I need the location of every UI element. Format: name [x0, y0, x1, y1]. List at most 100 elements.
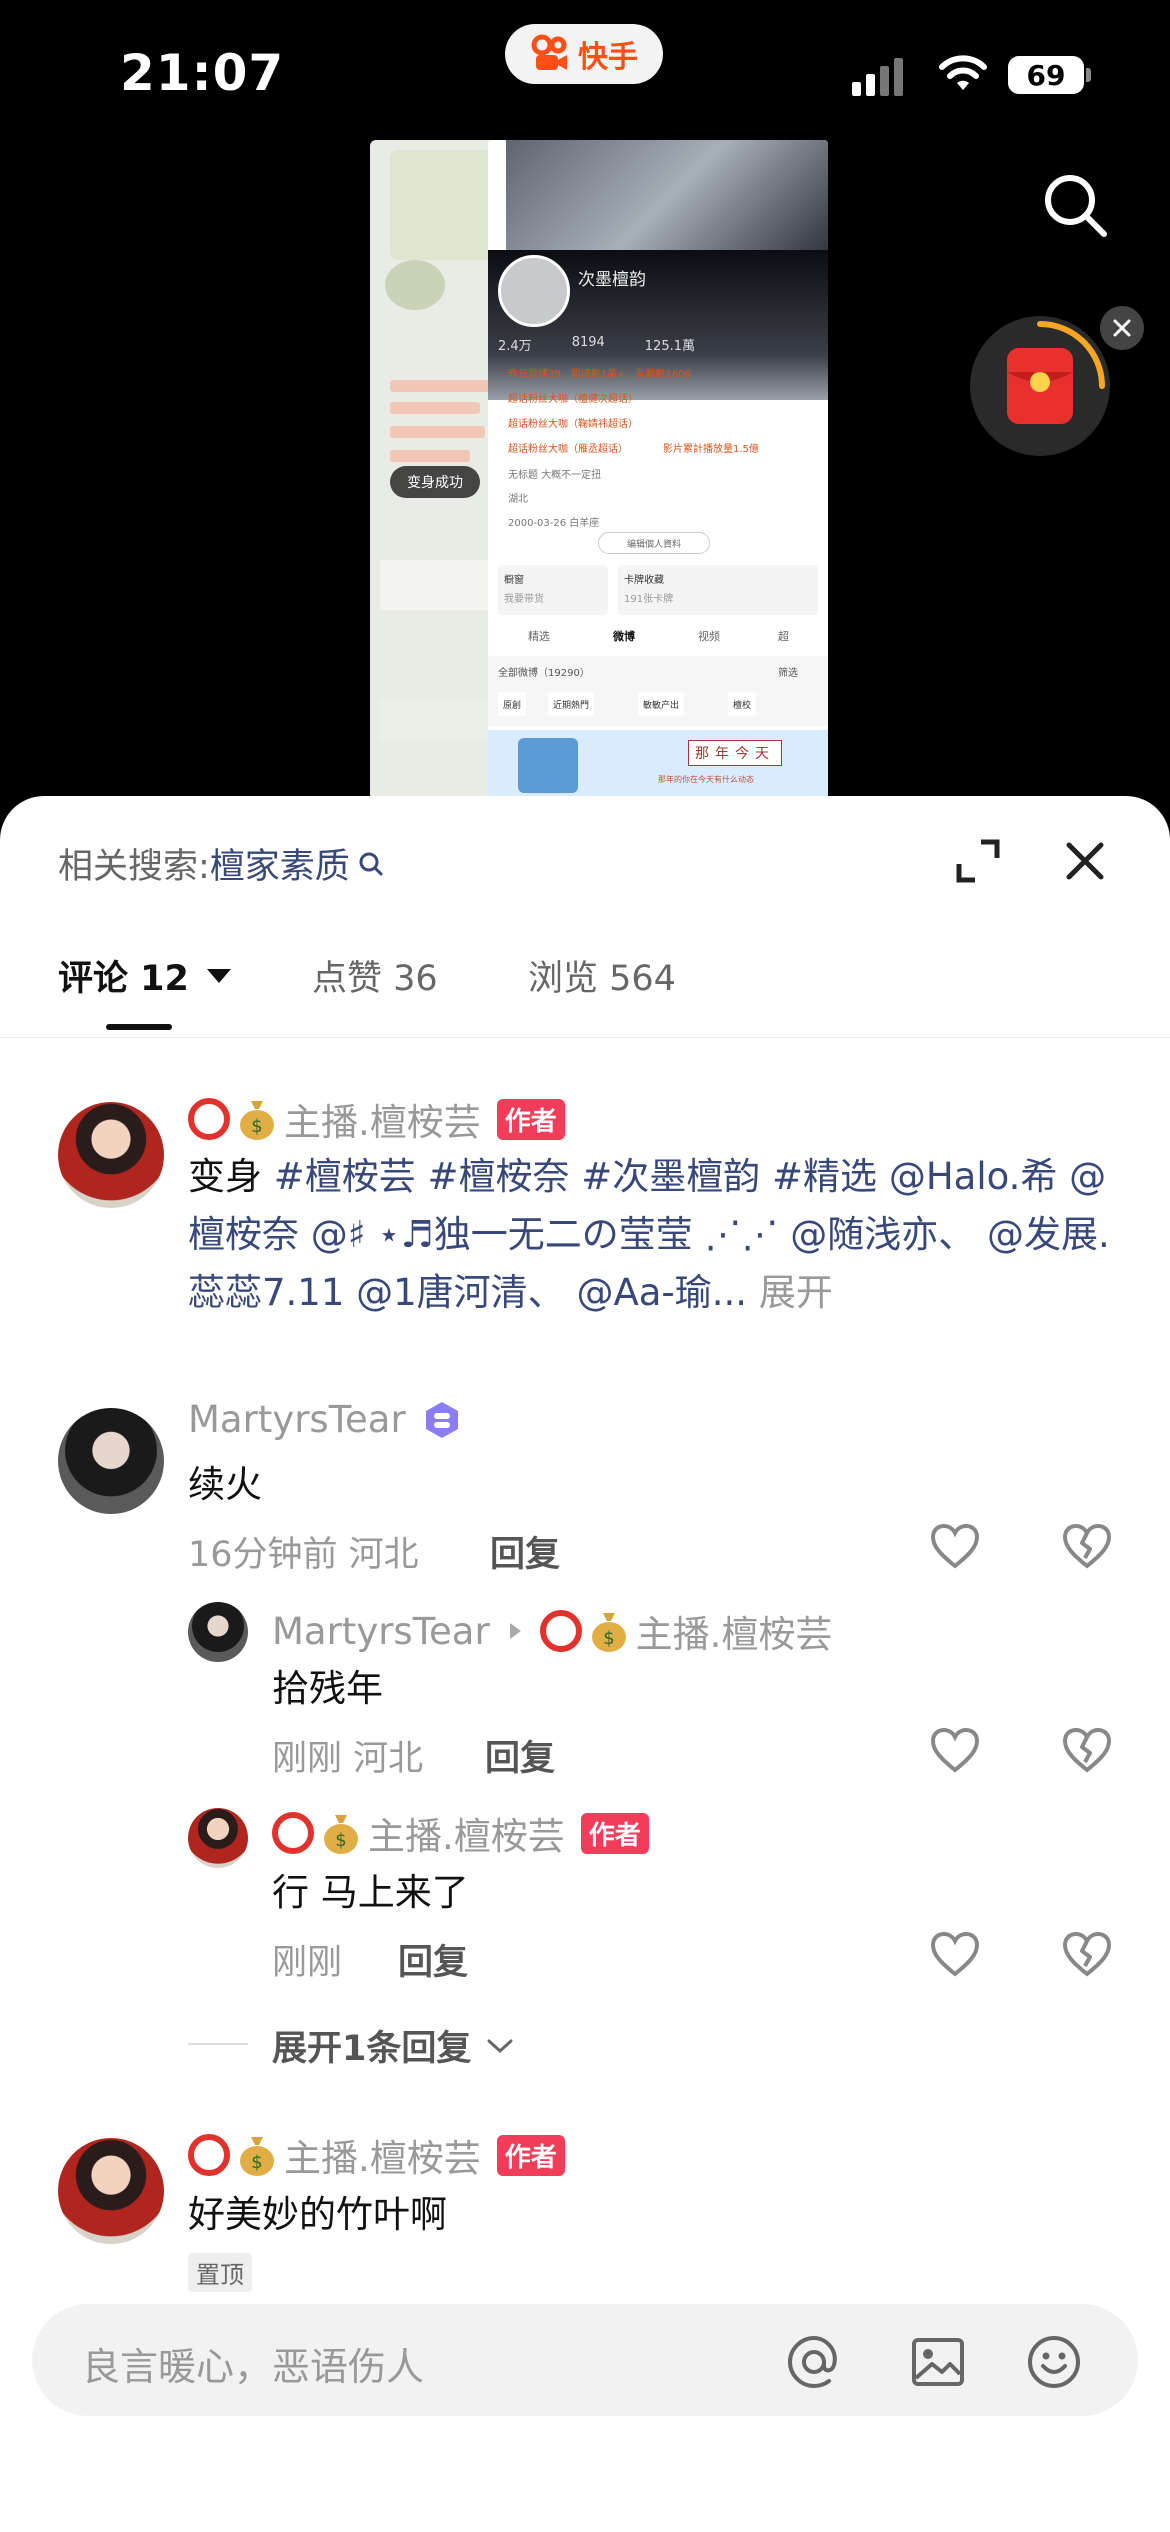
preview-line-6: 湖北: [508, 494, 528, 505]
svg-text:$: $: [251, 2152, 262, 2173]
preview-chip-2: 近期熱門: [548, 692, 595, 716]
svg-text:$: $: [603, 1628, 614, 1649]
preview-edit-button: 编辑個人資料: [598, 532, 710, 554]
preview-ad-text: 那年今天: [688, 740, 782, 766]
svg-text:$: $: [335, 1830, 346, 1851]
comment-author-name: 主播.檀桉芸: [284, 2137, 481, 2180]
money-bag-emoji-icon: $: [591, 1613, 626, 1652]
dislike-heart-icon[interactable]: [1062, 1932, 1112, 1978]
red-packet-button[interactable]: [970, 316, 1110, 456]
like-heart-icon[interactable]: [930, 1524, 980, 1570]
battery-level: 69: [1008, 56, 1084, 94]
reply-button[interactable]: 回复: [485, 1730, 555, 1781]
preview-profile-screen: 次墨檀韵 2.4万 8194 125.1萬 昨日發博39，閱讀數1萬+，互動數1…: [488, 140, 828, 800]
author-badge: 作者: [496, 1098, 565, 1140]
preview-card-shop-sub: 我要带货: [504, 594, 544, 605]
preview-tab-3: 视频: [698, 630, 720, 643]
comment-author-name: MartyrsTear: [188, 1398, 406, 1441]
red-packet-progress-ring: [1037, 321, 1105, 389]
reply-author[interactable]: $ 主播.檀桉芸 作者: [272, 1806, 649, 1860]
status-time: 21:07: [120, 44, 285, 102]
avatar[interactable]: [188, 1808, 248, 1868]
related-search-label: 相关搜索:: [58, 847, 210, 887]
author-badge: 作者: [580, 1812, 649, 1854]
active-tab-underline: [106, 1024, 172, 1030]
fan-badge-icon: [425, 1401, 458, 1438]
related-search-keyword[interactable]: 檀家素质: [210, 838, 350, 889]
preview-card-collect: 卡牌收藏 191张卡牌: [618, 565, 818, 615]
preview-line-3: 超话粉丝大咖（鞠婧祎超话）: [508, 419, 638, 430]
status-bar: 21:07 快手 69: [0, 0, 1170, 150]
preview-tabs: 精选 微博 视频 超: [488, 618, 828, 654]
money-bag-emoji-icon: $: [240, 2137, 274, 2176]
dislike-heart-icon[interactable]: [1062, 1728, 1112, 1774]
red-packet-close-button[interactable]: [1100, 306, 1144, 350]
preview-line-2: 超话粉丝大咖（檀健次超话）: [508, 394, 638, 405]
expand-divider: [188, 2043, 248, 2045]
red-circle-emoji-icon: [188, 1098, 230, 1140]
money-bag-emoji-icon: $: [240, 1101, 274, 1140]
avatar[interactable]: [58, 2138, 164, 2244]
comment-sheet: 相关搜索: 檀家素质 评论 12 点赞 36 浏览 564 $ 主播.檀桉芸 作…: [0, 796, 1170, 2532]
comment-text[interactable]: 变身 #檀桉芸 #檀桉奈 #次墨檀韵 #精选 @Halo.希 @檀桉奈 @♯ ⋆…: [188, 1148, 1128, 1322]
reply-button[interactable]: 回复: [490, 1526, 560, 1577]
preview-tab-1: 精选: [528, 630, 550, 643]
small-search-icon: [359, 852, 383, 875]
app-return-pill[interactable]: 快手: [505, 24, 663, 84]
preview-card-shop: 橱窗 我要带货: [498, 565, 608, 615]
preview-weibo-filter: 全部微博（19290） 筛选 原創 近期熱門 敏敏产出 檀校: [488, 656, 828, 726]
comment-input-bar[interactable]: 良言暖心，恶语伤人: [32, 2304, 1138, 2416]
avatar[interactable]: [58, 1102, 164, 1208]
reply-author-name: 主播.檀桉芸: [368, 1815, 565, 1858]
avatar[interactable]: [188, 1602, 248, 1662]
like-heart-icon[interactable]: [930, 1728, 980, 1774]
money-bag-emoji-icon: $: [324, 1815, 358, 1854]
comment-text: 续火: [188, 1463, 262, 1506]
comment-meta: 16分钟前 河北: [188, 1535, 419, 1575]
svg-text:$: $: [251, 1116, 262, 1137]
comment-author[interactable]: $ 主播.檀桉芸 作者: [188, 2128, 565, 2182]
red-circle-emoji-icon: [188, 2134, 230, 2176]
chevron-down-icon: [487, 2039, 513, 2053]
tab-views[interactable]: 浏览 564: [528, 950, 676, 1001]
expand-text-link[interactable]: 展开: [747, 1271, 833, 1314]
preview-name: 次墨檀韵: [578, 270, 646, 290]
sort-caret-icon[interactable]: [206, 968, 231, 983]
tab-likes[interactable]: 点赞 36: [312, 950, 438, 1001]
comment-text: 好美妙的竹叶啊: [188, 2193, 447, 2236]
preview-ad-banner: 那年今天 那年的你在今天有什么动态: [488, 730, 828, 800]
reply-button[interactable]: 回复: [398, 1934, 468, 1985]
image-icon[interactable]: [908, 2332, 968, 2392]
preview-tab-4: 超: [778, 630, 789, 643]
comment-author[interactable]: $ 主播.檀桉芸 作者: [188, 1092, 565, 1146]
reply-author-name: MartyrsTear: [272, 1609, 490, 1653]
tab-views-label: 浏览 564: [528, 959, 676, 999]
mention-icon[interactable]: [784, 2332, 844, 2392]
related-search[interactable]: 相关搜索: 檀家素质: [58, 838, 386, 889]
comment-hashtags[interactable]: #檀桉芸 #檀桉奈 #次墨檀韵 #精选 @Halo.希 @檀桉奈 @♯ ⋆♬独一…: [188, 1155, 1110, 1314]
preview-line-5: 无标题 大概不一定扭: [508, 470, 602, 481]
reply-target-name: 主播.檀桉芸: [635, 1613, 833, 1656]
expand-sheet-icon[interactable]: [955, 838, 1001, 884]
like-heart-icon[interactable]: [930, 1932, 980, 1978]
comment-author-name: 主播.檀桉芸: [284, 1101, 481, 1144]
expand-replies-label: 展开1条回复: [272, 2029, 472, 2069]
comment-author[interactable]: MartyrsTear: [188, 1398, 462, 1441]
emoji-icon[interactable]: [1024, 2332, 1084, 2392]
tab-comments[interactable]: 评论 12: [58, 950, 231, 1001]
preview-avatar: [498, 255, 570, 327]
preview-all-weibo: 全部微博（19290）: [498, 668, 590, 679]
reply-arrow-icon: [509, 1623, 521, 1639]
dislike-heart-icon[interactable]: [1062, 1524, 1112, 1570]
comment-input-placeholder[interactable]: 良言暖心，恶语伤人: [82, 2336, 424, 2391]
reply-author[interactable]: MartyrsTear $ 主播.檀桉芸: [272, 1604, 832, 1658]
preview-card-collect-title: 卡牌收藏: [624, 575, 664, 586]
preview-chip-4: 檀校: [728, 692, 757, 716]
expand-replies-button[interactable]: 展开1条回复: [272, 2020, 515, 2071]
pinned-badge: 置顶: [188, 2253, 252, 2292]
avatar[interactable]: [58, 1408, 164, 1514]
close-sheet-icon[interactable]: [1064, 840, 1106, 882]
search-icon[interactable]: [1040, 170, 1110, 240]
preview-tab-2: 微博: [613, 630, 635, 643]
preview-chip-3: 敏敏产出: [638, 692, 685, 716]
